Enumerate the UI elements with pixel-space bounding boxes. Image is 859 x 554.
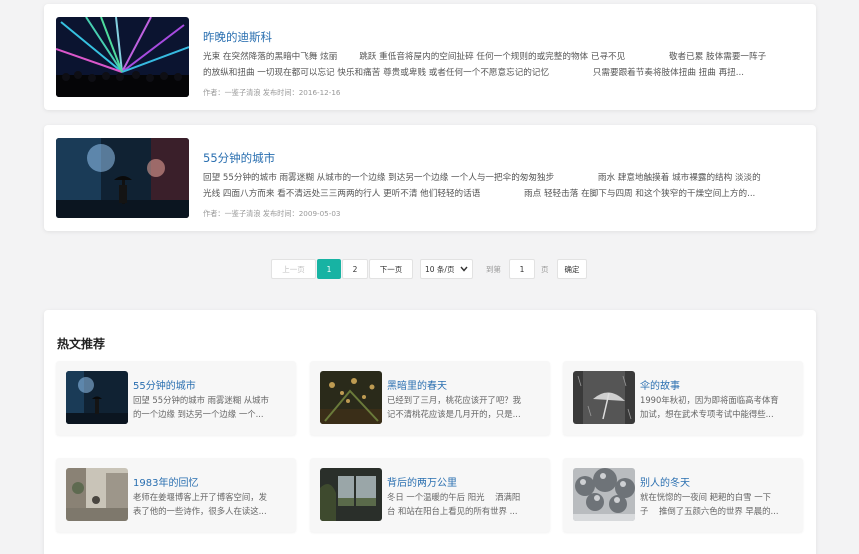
hot-article-summary: 冬日 一个温暖的午后 阳光 洒满阳 台 和站在阳台上看见的所有世界 ... — [387, 492, 521, 516]
hot-article-item[interactable]: 背后的两万公里 冬日 一个温暖的午后 阳光 洒满阳 台 和站在阳台上看见的所有世… — [310, 458, 550, 532]
old-street-photo-icon — [66, 468, 128, 521]
article-summary-line: 的放纵和扭曲 一切现在都可以忘记 快乐和痛苦 尊贵或卑贱 或者任何一个不愿意忘记… — [203, 68, 744, 78]
rainy-city-umbrella-photo-icon — [66, 371, 128, 424]
article-meta: 作者：一鉴子清浪 发布时间：2016-12-16 — [203, 88, 341, 97]
hot-article-summary: 老师在姜堰博客上开了博客空间，发 表了他的一些诗作，很多人在读这... — [133, 492, 267, 516]
hot-article-item[interactable]: 1983年的回忆 老师在姜堰博客上开了博客空间，发 表了他的一些诗作，很多人在读… — [56, 458, 296, 532]
hot-article-title[interactable]: 黑暗里的春天 — [387, 377, 447, 392]
window-view-photo-icon — [320, 468, 382, 521]
pagination: 上一页 1 2 下一页 10 条/页 到第 1 页 确定 — [0, 259, 859, 279]
hot-article-summary: 回望 55分钟的城市 雨雾迷糊 从城市 的一个边缘 到达另一个边缘 一个... — [133, 395, 269, 419]
disco-laser-photo-icon[interactable] — [56, 17, 189, 97]
hot-article-summary: 已经到了三月，桃花应该开了吧？我 记不清桃花应该是几月开的，只是... — [387, 395, 521, 419]
article-title[interactable]: 55分钟的城市 — [203, 150, 275, 166]
hot-article-item[interactable]: 伞的故事 1990年秋初，因为即将面临高考体育 加试，想在武术专项考试中能得些.… — [563, 361, 803, 435]
article-card[interactable]: 昨晚的迪斯科 光束 在突然降落的黑暗中飞舞 炫丽 跳跃 重低音将屋内的空间扯碎 … — [44, 4, 816, 110]
hot-article-title[interactable]: 别人的冬天 — [640, 474, 690, 489]
hot-articles-heading: 热文推荐 — [57, 337, 106, 351]
rainy-city-umbrella-photo-icon[interactable] — [56, 138, 189, 218]
article-title[interactable]: 昨晚的迪斯科 — [203, 29, 272, 45]
article-summary-line: 光线 四面八方而来 看不清远处三三两两的行人 更听不清 他们轻轻的话语 雨点 轻… — [203, 189, 756, 199]
page-size-select[interactable]: 10 条/页 — [420, 259, 473, 279]
goto-confirm-button[interactable]: 确定 — [557, 259, 587, 279]
hot-article-item[interactable]: 黑暗里的春天 已经到了三月，桃花应该开了吧？我 记不清桃花应该是几月开的，只是.… — [310, 361, 550, 435]
chevron-down-icon — [460, 266, 468, 272]
goto-suffix-label: 页 — [541, 264, 549, 274]
snowy-trees-photo-icon — [573, 468, 635, 521]
article-card[interactable]: 55分钟的城市 回望 55分钟的城市 雨雾迷糊 从城市的一个边缘 到达另一个边缘… — [44, 125, 816, 231]
hot-article-item[interactable]: 别人的冬天 就在恍惚的一夜间 耙耙的白雪 一下 子 推倒了五颜六色的世界 早晨的… — [563, 458, 803, 532]
article-summary-line: 光束 在突然降落的黑暗中飞舞 炫丽 跳跃 重低音将屋内的空间扯碎 任何一个规则的… — [203, 52, 767, 62]
hot-article-title[interactable]: 55分钟的城市 — [133, 377, 196, 392]
night-tree-lights-photo-icon — [320, 371, 382, 424]
hot-article-item[interactable]: 55分钟的城市 回望 55分钟的城市 雨雾迷糊 从城市 的一个边缘 到达另一个边… — [56, 361, 296, 435]
hot-articles-panel: 热文推荐 55分钟的城市 回望 55分钟的城市 雨雾迷糊 从城市 的一个边缘 到… — [44, 310, 816, 554]
hot-article-title[interactable]: 背后的两万公里 — [387, 474, 457, 489]
hot-article-summary: 1990年秋初，因为即将面临高考体育 加试，想在武术专项考试中能得些... — [640, 395, 779, 419]
umbrella-rain-bw-photo-icon — [573, 371, 635, 424]
article-meta: 作者：一鉴子清浪 发布时间：2009-05-03 — [203, 209, 341, 218]
prev-page-button[interactable]: 上一页 — [271, 259, 316, 279]
page-size-value: 10 条/页 — [425, 264, 455, 274]
hot-article-title[interactable]: 1983年的回忆 — [133, 474, 198, 489]
hot-article-title[interactable]: 伞的故事 — [640, 377, 680, 392]
goto-prefix-label: 到第 — [486, 264, 501, 274]
article-summary-line: 回望 55分钟的城市 雨雾迷糊 从城市的一个边缘 到达另一个边缘 一个人与一把伞… — [203, 173, 761, 183]
page-1-button[interactable]: 1 — [317, 259, 341, 279]
goto-page-input[interactable]: 1 — [509, 259, 535, 279]
next-page-button[interactable]: 下一页 — [369, 259, 413, 279]
page-2-button[interactable]: 2 — [342, 259, 368, 279]
hot-article-summary: 就在恍惚的一夜间 耙耙的白雪 一下 子 推倒了五颜六色的世界 早晨的... — [640, 492, 779, 516]
